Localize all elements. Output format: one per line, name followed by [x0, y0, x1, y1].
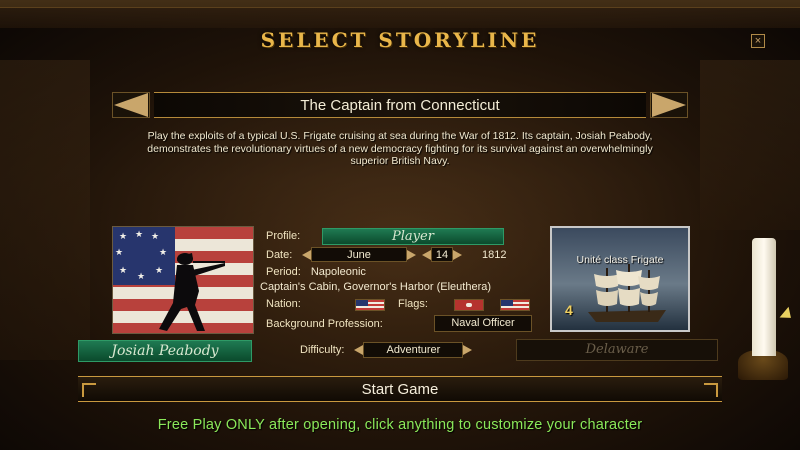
- ship-card[interactable]: Unité class Frigate 4: [550, 226, 690, 332]
- difficulty-next-icon[interactable]: [463, 345, 473, 355]
- frigate-ship-icon: [588, 264, 666, 322]
- next-storyline-button[interactable]: [650, 92, 688, 118]
- nation-label: Nation:: [266, 298, 301, 310]
- corner-ornament-icon: [704, 383, 718, 397]
- ship-tier: 4: [565, 302, 573, 318]
- flag-red-icon[interactable]: [454, 299, 484, 311]
- difficulty-prev-icon[interactable]: [354, 345, 364, 355]
- storyline-selector: The Captain from Connecticut: [112, 92, 688, 118]
- background-profession-field[interactable]: Naval Officer: [434, 315, 532, 332]
- background-beam: [0, 60, 90, 360]
- prev-storyline-button[interactable]: [112, 92, 150, 118]
- location-text: Captain's Cabin, Governor's Harbor (Eleu…: [260, 281, 492, 293]
- period-value: Napoleonic: [310, 266, 366, 278]
- arrow-left-icon: [114, 93, 148, 117]
- background-label: Background Profession:: [266, 318, 383, 330]
- date-day-prev-icon[interactable]: [422, 249, 431, 260]
- date-day-next-icon[interactable]: [453, 249, 462, 260]
- date-label: Date:: [266, 249, 293, 261]
- close-button[interactable]: ×: [751, 34, 765, 48]
- difficulty-label: Difficulty:: [300, 344, 345, 356]
- ship-name: Unité class Frigate: [576, 254, 664, 266]
- footer-hint: Free Play ONLY after opening, click anyt…: [157, 417, 643, 433]
- home-port-field[interactable]: Delaware: [516, 339, 718, 361]
- character-profile: Profile: Player Date: June 14 1812 Perio…: [260, 226, 542, 338]
- mouse-cursor-icon: [779, 306, 796, 324]
- difficulty-selector: Difficulty: Adventurer: [300, 341, 473, 359]
- character-portrait[interactable]: ★ ★ ★ ★ ★ ★ ★ ★: [112, 226, 254, 334]
- nation-flag-icon[interactable]: [355, 299, 385, 311]
- candle-decoration: [752, 238, 776, 356]
- soldier-silhouette-icon: [159, 253, 225, 331]
- background-beam: [700, 60, 800, 230]
- storyline-description: Play the exploits of a typical U.S. Frig…: [147, 130, 653, 167]
- date-day-field[interactable]: 14: [431, 247, 453, 262]
- date-month-prev-icon[interactable]: [302, 249, 311, 260]
- period-label: Period:: [266, 266, 301, 278]
- flag-us-icon[interactable]: [500, 299, 530, 311]
- character-name-field[interactable]: Josiah Peabody: [78, 340, 252, 362]
- corner-ornament-icon: [82, 383, 96, 397]
- profile-field[interactable]: Player: [322, 228, 504, 245]
- start-game-label: Start Game: [361, 380, 439, 398]
- date-year: 1812: [482, 248, 507, 261]
- profile-label: Profile:: [266, 230, 301, 242]
- date-month-next-icon[interactable]: [407, 249, 416, 260]
- storyline-name: The Captain from Connecticut: [154, 92, 646, 118]
- background-beam: [0, 0, 800, 28]
- flags-label: Flags:: [398, 298, 428, 310]
- page-title: SELECT STORYLINE: [260, 28, 540, 52]
- start-game-button[interactable]: Start Game: [78, 376, 722, 402]
- difficulty-field[interactable]: Adventurer: [363, 342, 464, 358]
- arrow-right-icon: [652, 93, 686, 117]
- date-month-field[interactable]: June: [311, 247, 407, 262]
